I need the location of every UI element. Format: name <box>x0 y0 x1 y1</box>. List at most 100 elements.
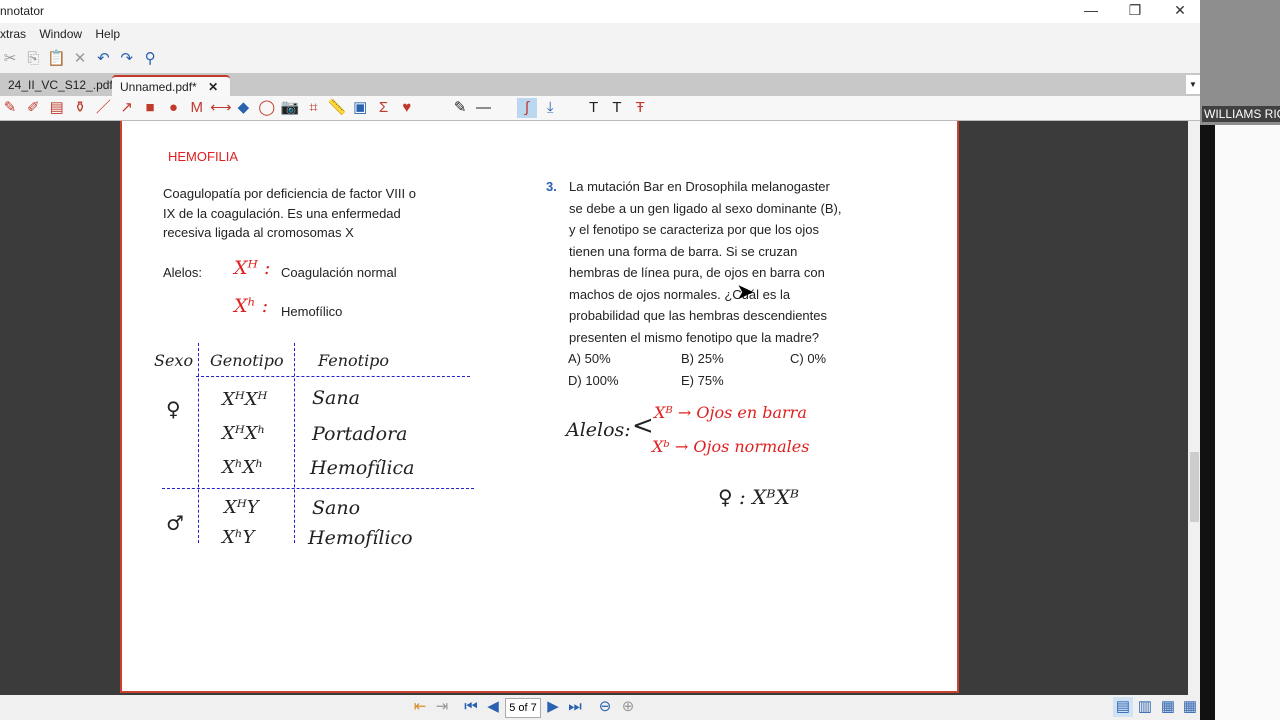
tab-list-dropdown[interactable]: ▼ <box>1186 75 1200 94</box>
import-icon[interactable]: ⇤ <box>410 697 430 717</box>
table-divider <box>196 376 470 377</box>
undo-icon[interactable]: ↶ <box>93 49 113 69</box>
tab-document-1[interactable]: 24_II_VC_S12_.pdf <box>0 75 121 96</box>
tab-close-icon[interactable]: ✕ <box>208 80 218 94</box>
stamp-icon[interactable]: ⚱ <box>70 98 90 118</box>
mouse-cursor-icon: ➤ <box>736 279 755 304</box>
tab-unnamed[interactable]: Unnamed.pdf* ✕ <box>112 75 230 96</box>
notes-alleles-label: Alelos: <box>566 419 631 441</box>
line-icon[interactable]: ／ <box>93 98 113 118</box>
ellipse-icon[interactable]: ● <box>163 98 183 118</box>
scrollbar-thumb[interactable] <box>1190 452 1199 522</box>
male-symbol: ♂ <box>166 511 184 535</box>
first-page-icon[interactable]: ⏮ <box>461 697 481 717</box>
intro-line: IX de la coagulación. Es una enfermedad <box>163 205 401 221</box>
back-icon[interactable]: ⊖ <box>595 697 615 717</box>
line-color-icon[interactable]: ✎ <box>450 98 470 118</box>
sigma-icon[interactable]: Σ <box>374 98 394 118</box>
table-divider <box>294 343 295 543</box>
menu-window[interactable]: Window <box>39 23 82 45</box>
copy-icon[interactable]: ⎘ <box>23 49 43 69</box>
tab-bar: 24_II_VC_S12_.pdf Unnamed.pdf* ✕ ▼ <box>0 73 1200 96</box>
note-female-genotype: ♀ : XᴮXᴮ <box>718 485 800 509</box>
tab-label: 24_II_VC_S12_.pdf <box>8 78 113 92</box>
lasso-icon[interactable]: ◯ <box>257 98 277 118</box>
find-binoculars-icon[interactable]: ⚲ <box>140 49 160 69</box>
annotation-toolbar: ✎ ✐ ▤ ⚱ ／ ↗ ■ ● M ⟷ ◆ ◯ 📷 ⌗ 📏 ▣ Σ ♥ ✎ — … <box>0 96 1200 121</box>
rectangle-icon[interactable]: ■ <box>140 98 160 118</box>
pen-icon[interactable]: ✎ <box>0 98 20 118</box>
single-page-view-icon[interactable]: ▤ <box>1113 697 1133 717</box>
grid-view-icon[interactable]: ▦ <box>1180 697 1200 717</box>
export-icon[interactable]: ⇥ <box>432 697 452 717</box>
restore-button[interactable]: ❐ <box>1120 2 1150 20</box>
phenotype-cell: Sana <box>312 387 360 409</box>
camera-icon[interactable]: 📷 <box>280 98 300 118</box>
paste-icon[interactable]: 📋 <box>47 49 67 69</box>
image-icon[interactable]: ▣ <box>350 98 370 118</box>
menu-help[interactable]: Help <box>95 23 120 45</box>
phenotype-cell: Hemofílica <box>310 457 415 479</box>
strikeout-text-icon[interactable]: Ŧ <box>630 98 650 118</box>
question-line: machos de ojos normales. ¿Cuál es la <box>569 286 791 302</box>
heart-icon[interactable]: ♥ <box>397 98 417 118</box>
female-symbol: ♀ <box>166 397 181 421</box>
option-e: E) 75% <box>681 373 724 388</box>
minimize-button[interactable]: — <box>1076 2 1106 20</box>
question-line: La mutación Bar en Drosophila melanogast… <box>569 179 830 194</box>
underline-text-icon[interactable]: T <box>584 98 604 118</box>
close-button[interactable]: ✕ <box>1165 2 1195 20</box>
allele2-symbol: Xʰ : <box>234 295 269 317</box>
option-b: B) 25% <box>681 351 724 366</box>
menu-bar: xtras Window Help <box>0 23 1200 45</box>
note-allele-b-dominant: Xᴮ → Ojos en barra <box>654 403 807 422</box>
allele1-text: Coagulación normal <box>281 265 397 280</box>
participant-name: WILLIAMS RIC <box>1202 106 1280 122</box>
line-style-icon[interactable]: — <box>474 98 494 118</box>
menu-extras[interactable]: xtras <box>0 23 26 45</box>
main-toolbar: ✂ ⎘ 📋 ✕ ↶ ↷ ⚲ <box>0 45 1200 73</box>
table-divider <box>198 343 199 543</box>
arrow-icon[interactable]: ↗ <box>117 98 137 118</box>
screen-edge <box>1215 125 1280 720</box>
eraser-icon[interactable]: ◆ <box>233 98 253 118</box>
smooth-ink-icon[interactable]: ∫ <box>516 98 537 118</box>
genotype-cell: XᴴY <box>224 497 259 518</box>
alleles-label: Alelos: <box>163 265 203 280</box>
textbox-icon[interactable]: ▤ <box>47 98 67 118</box>
ruler-icon[interactable]: 📏 <box>327 98 347 118</box>
option-d: D) 100% <box>568 373 619 388</box>
question-line: se debe a un gen ligado al sexo dominant… <box>569 200 842 216</box>
pdf-page: HEMOFILIA Coagulopatía por deficiencia d… <box>120 121 959 693</box>
facing-view-icon[interactable]: ▦ <box>1158 697 1178 717</box>
allele1-symbol: Xᴴ : <box>234 257 271 279</box>
question-text: La mutación Bar en Drosophila melanogast… <box>569 176 861 348</box>
redo-icon[interactable]: ↷ <box>117 49 137 69</box>
phenotype-cell: Sano <box>312 497 361 519</box>
last-page-icon[interactable]: ⏭ <box>565 697 585 717</box>
insert-space-icon[interactable]: ⤓ <box>540 98 560 118</box>
genotype-cell: XᴴXᴴ <box>222 389 268 410</box>
status-bar: ⇤ ⇥ ⏮ ◀ ▶ ⏭ ⊖ ⊕ ▤ ▥ ▦ ▦ <box>0 695 1200 720</box>
next-page-icon[interactable]: ▶ <box>543 697 563 717</box>
polygon-icon[interactable]: M <box>187 98 207 118</box>
continuous-view-icon[interactable]: ▥ <box>1135 697 1155 717</box>
question-line: presenten el mismo fenotipo que la madre… <box>569 329 820 345</box>
highlighter-icon[interactable]: ✐ <box>23 98 43 118</box>
note-allele-b-recessive: Xᵇ → Ojos normales <box>652 437 810 456</box>
crop-icon[interactable]: ⌗ <box>303 98 323 118</box>
forward-icon[interactable]: ⊕ <box>618 697 638 717</box>
vertical-scrollbar[interactable] <box>1188 121 1200 695</box>
intro-line: recesiva ligada al cromosomas X <box>163 225 354 240</box>
table-header-phenotype: Fenotipo <box>318 351 390 370</box>
question-line: probabilidad que las hembras descendient… <box>569 308 828 323</box>
previous-page-icon[interactable]: ◀ <box>483 697 503 717</box>
window-title: nnotator <box>0 4 45 18</box>
measure-icon[interactable]: ⟷ <box>210 98 232 118</box>
question-line: hembras de línea pura, de ojos en barra … <box>569 265 825 280</box>
cut-icon[interactable]: ✂ <box>0 49 20 69</box>
squiggly-text-icon[interactable]: T <box>607 98 627 118</box>
question-number: 3. <box>546 179 557 194</box>
delete-icon[interactable]: ✕ <box>70 49 90 69</box>
page-number-input[interactable] <box>505 698 541 718</box>
